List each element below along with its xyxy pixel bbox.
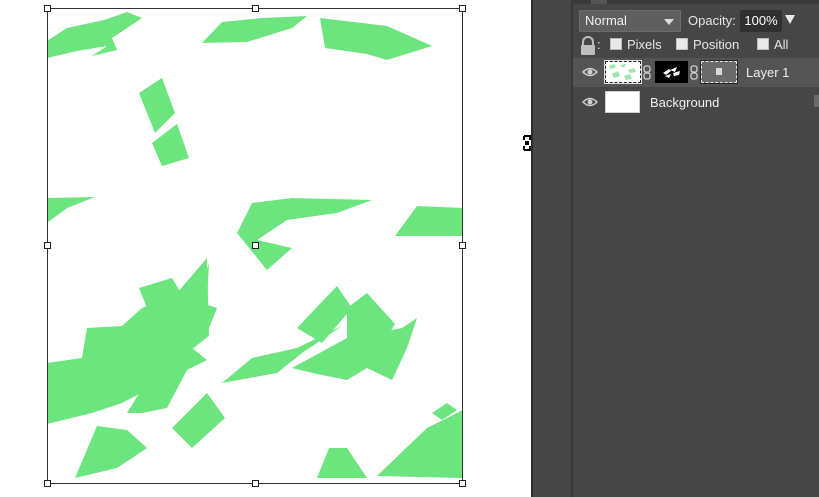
layer-mask-preview <box>663 67 680 78</box>
opacity-slider-caret-icon[interactable] <box>785 15 795 24</box>
layer-thumbnail-preview <box>609 64 636 80</box>
panel-header-strip <box>573 0 819 4</box>
background-lock-icon <box>814 95 819 107</box>
chain-link-icon[interactable] <box>690 65 698 80</box>
lock-colon: : <box>597 37 601 52</box>
layer-thumbnail[interactable] <box>604 60 642 84</box>
transform-handle-center[interactable] <box>252 242 259 249</box>
layers-panel: Normal Opacity: 100% : Pixels Position A… <box>573 0 819 497</box>
lock-pixels-label: Pixels <box>627 37 662 52</box>
lock-position-label: Position <box>693 37 740 52</box>
lock-all-checkbox[interactable] <box>757 38 769 50</box>
opacity-input[interactable]: 100% <box>740 10 782 32</box>
transform-handle-top-right[interactable] <box>459 5 466 12</box>
eye-icon[interactable] <box>582 96 598 108</box>
vector-mask-square <box>716 68 722 75</box>
vector-mask-thumbnail[interactable] <box>700 60 738 84</box>
canvas-area[interactable] <box>0 0 531 497</box>
layer-name[interactable]: Layer 1 <box>746 65 789 80</box>
panel-gutter <box>533 0 571 497</box>
opacity-label: Opacity: <box>688 13 736 28</box>
transform-handle-middle-left[interactable] <box>44 242 51 249</box>
transform-handle-top-left[interactable] <box>44 5 51 12</box>
transform-handle-bottom-left[interactable] <box>44 480 51 487</box>
layer-row-layer-1[interactable]: Layer 1 <box>573 58 819 87</box>
lock-all-label: All <box>774 37 789 52</box>
layer-name[interactable]: Background <box>650 95 719 110</box>
chain-link-icon[interactable] <box>643 65 651 80</box>
lock-position-checkbox[interactable] <box>676 38 688 50</box>
lock-pixels-checkbox[interactable] <box>610 38 622 50</box>
panel-tab[interactable] <box>591 0 607 4</box>
eye-icon[interactable] <box>582 66 598 78</box>
transform-handle-top-center[interactable] <box>252 5 259 12</box>
dropdown-caret-icon <box>664 19 674 25</box>
transform-handle-bottom-center[interactable] <box>252 480 259 487</box>
transform-handle-middle-right[interactable] <box>459 242 466 249</box>
transform-handle-bottom-right[interactable] <box>459 480 466 487</box>
background-thumbnail[interactable] <box>605 91 640 113</box>
blend-mode-dropdown[interactable]: Normal <box>579 10 681 32</box>
layer-row-background[interactable]: Background <box>573 88 819 117</box>
lock-icon <box>581 36 595 55</box>
blend-mode-value: Normal <box>585 13 627 28</box>
layer-mask-thumbnail[interactable] <box>655 61 688 83</box>
